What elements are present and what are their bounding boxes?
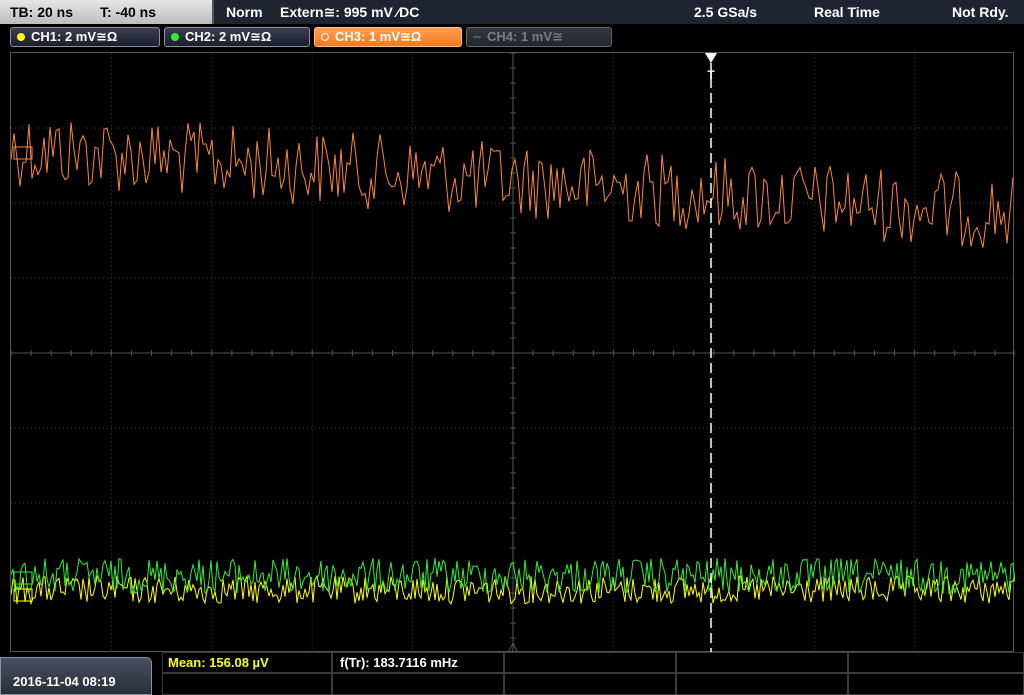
meas-cell bbox=[332, 673, 504, 695]
meas-cell bbox=[162, 673, 332, 695]
channel-2-button[interactable]: CH2: 2 mV≅Ω bbox=[164, 27, 310, 47]
status-bar: TB: 20 ns T: -40 ns Norm Extern≅: 995 mV… bbox=[0, 0, 1024, 24]
trigger-mode[interactable]: Norm bbox=[226, 4, 263, 20]
acquisition-mode[interactable]: Real Time bbox=[814, 4, 880, 20]
channel-1-dot-icon bbox=[17, 33, 25, 41]
meas-cell bbox=[504, 652, 676, 673]
trigger-marker-label: T bbox=[707, 68, 715, 82]
frequency-measurement[interactable]: f(Tr): 183.7116 mHz bbox=[340, 655, 458, 670]
channel-4-button[interactable]: CH4: 1 mV≅ bbox=[466, 27, 612, 47]
channel-3-dot-icon bbox=[321, 33, 329, 41]
channel-4-off-icon bbox=[473, 36, 481, 38]
timebase-box[interactable]: TB: 20 ns T: -40 ns bbox=[0, 0, 214, 24]
meas-cell bbox=[676, 652, 848, 673]
channel-row: CH1: 2 mV≅Ω CH2: 2 mV≅Ω CH3: 1 mV≅Ω CH4:… bbox=[0, 24, 1024, 50]
waveform-display[interactable]: T bbox=[10, 52, 1015, 653]
channel-1-button[interactable]: CH1: 2 mV≅Ω bbox=[10, 27, 160, 47]
channel-4-label: CH4: 1 mV≅ bbox=[487, 29, 563, 44]
trigger-source[interactable]: Extern≅: 995 mV ∕DC bbox=[280, 4, 419, 21]
channel-3-trace bbox=[11, 122, 1014, 248]
meas-cell bbox=[504, 673, 676, 695]
meas-cell bbox=[848, 652, 1024, 673]
waveform-canvas[interactable]: T bbox=[11, 53, 1015, 653]
sample-rate[interactable]: 2.5 GSa/s bbox=[694, 4, 757, 20]
trigger-time-label[interactable]: T: -40 ns bbox=[100, 4, 156, 20]
datetime-box[interactable]: 2016-11-04 08:19 bbox=[0, 657, 152, 695]
meas-cell bbox=[676, 673, 848, 695]
timebase-label[interactable]: TB: 20 ns bbox=[10, 4, 73, 20]
meas-cell bbox=[848, 673, 1024, 695]
measurement-panel[interactable]: Mean: 156.08 µV f(Tr): 183.7116 mHz bbox=[162, 652, 1024, 695]
channel-2-dot-icon bbox=[171, 33, 179, 41]
bottom-bar: 2016-11-04 08:19 Mean: 156.08 µV f(Tr): … bbox=[0, 652, 1024, 695]
channel-1-label: CH1: 2 mV≅Ω bbox=[31, 29, 118, 44]
channel-3-button[interactable]: CH3: 1 mV≅Ω bbox=[314, 27, 462, 47]
channel-2-label: CH2: 2 mV≅Ω bbox=[185, 29, 272, 44]
trigger-arrow-icon bbox=[705, 53, 717, 63]
mean-measurement[interactable]: Mean: 156.08 µV bbox=[168, 655, 269, 670]
channel-3-label: CH3: 1 mV≅Ω bbox=[335, 29, 422, 44]
datetime-label: 2016-11-04 08:19 bbox=[13, 674, 116, 689]
run-status[interactable]: Not Rdy. bbox=[952, 4, 1009, 20]
